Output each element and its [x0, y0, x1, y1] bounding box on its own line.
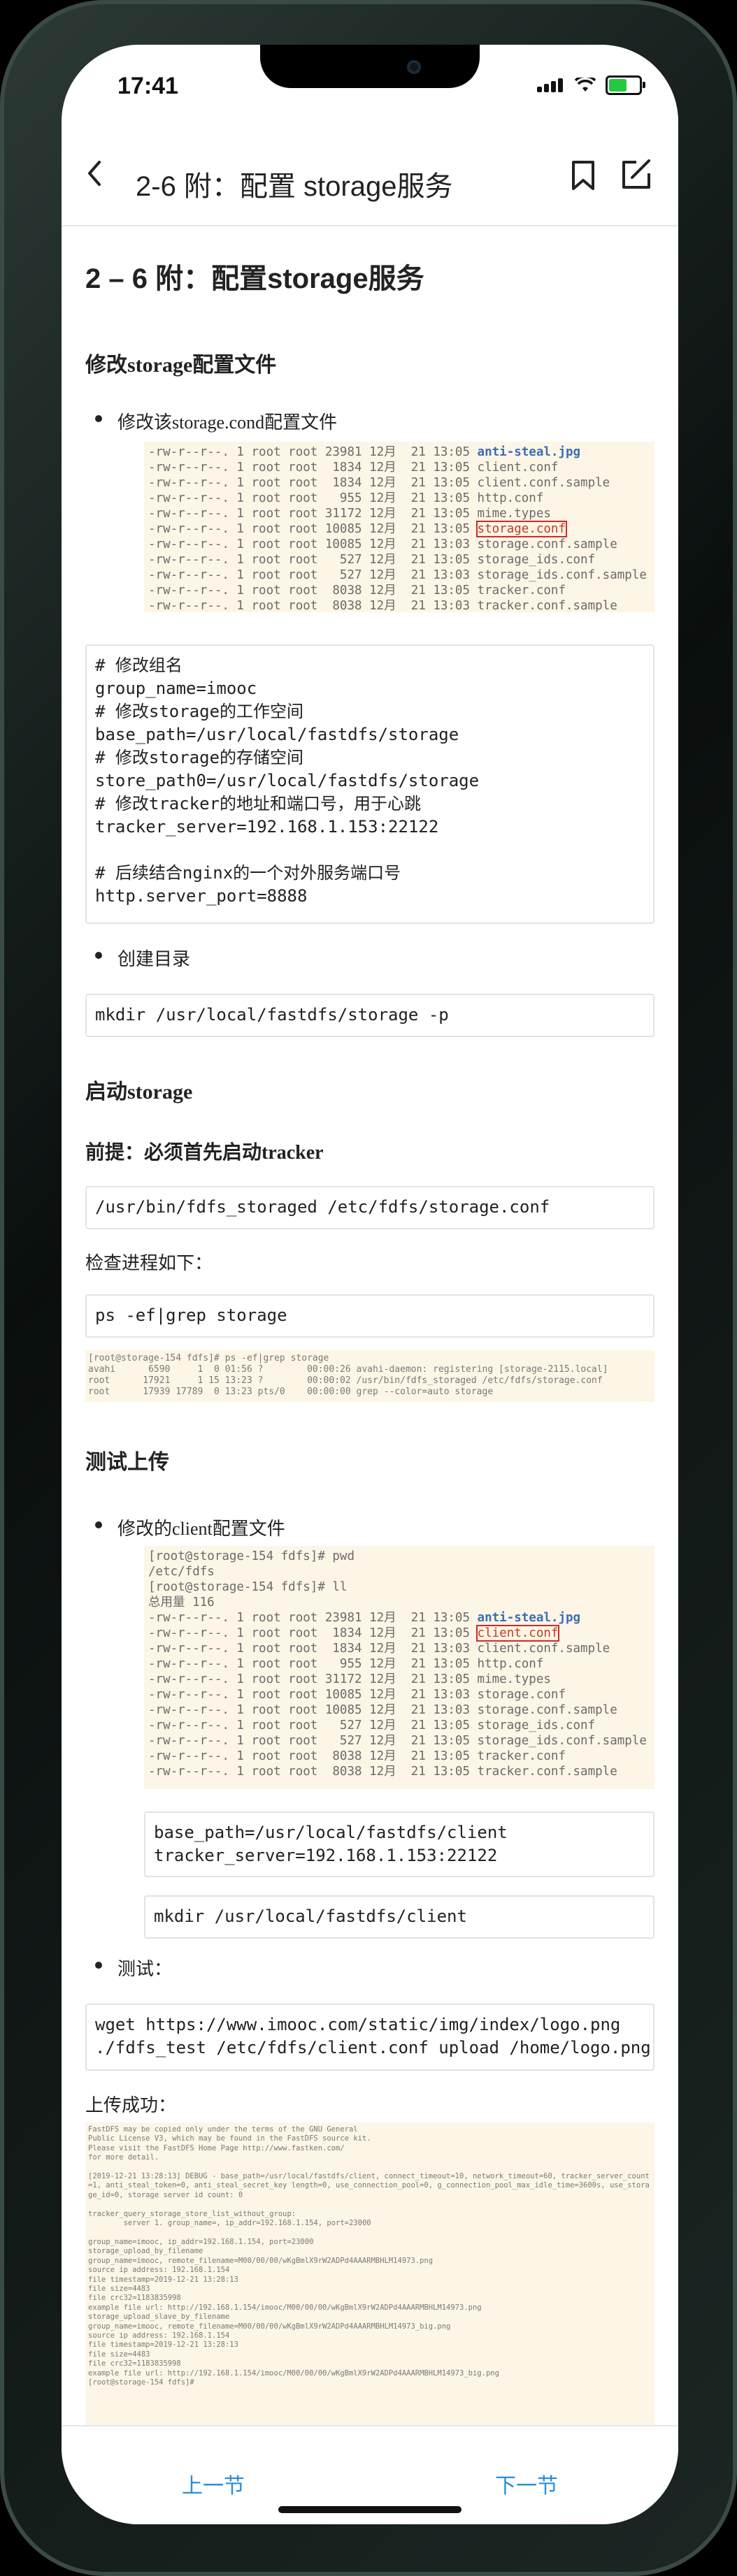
- terminal-line: -rw-r--r--. 1 root root 1834 12月 21 13:0…: [148, 476, 610, 490]
- status-icons: [537, 75, 645, 95]
- home-indicator: [278, 2506, 461, 2513]
- bullet-text: 创建目录: [117, 948, 191, 969]
- terminal-line: -rw-r--r--. 1 root root 527 12月 21 13:03…: [148, 568, 647, 582]
- status-time: 17:41: [117, 73, 178, 99]
- terminal-line: -rw-r--r--. 1 root root 10085 12月 21 13:…: [148, 1688, 566, 1702]
- nav-title: 2-6 附：配置 storage服务: [136, 171, 453, 202]
- bookmark-icon[interactable]: [569, 159, 597, 195]
- code-block-test-upload: wget https://www.imooc.com/static/img/in…: [85, 2004, 654, 2071]
- code-block-mkdir-client: mkdir /usr/local/fastdfs/client: [144, 1895, 654, 1939]
- terminal-line: -rw-r--r--. 1 root root 10085 12月 21 13:…: [148, 521, 567, 537]
- code-block-ps-grep: ps -ef|grep storage: [85, 1294, 654, 1338]
- upload-success-text: 上传成功：: [85, 2094, 177, 2115]
- screen: 17:41 2-6 附：配置 storage服务 2 – 6 附：配置stora…: [62, 45, 678, 2524]
- article-title: 2 – 6 附：配置storage服务: [85, 263, 424, 294]
- terminal-line: -rw-r--r--. 1 root root 8038 12月 21 13:0…: [148, 584, 566, 598]
- terminal-line: -rw-r--r--. 1 root root 10085 12月 21 13:…: [148, 1703, 617, 1717]
- code-block-client-config: base_path=/usr/local/fastdfs/client trac…: [144, 1811, 654, 1877]
- bullet-create-dir: 创建目录: [94, 945, 191, 971]
- bullet-edit-storage-conf: 修改该storage.cond配置文件: [94, 408, 338, 434]
- terminal-highlight: anti-steal.jpg: [477, 1611, 581, 1625]
- terminal-boxed-filename: client.conf: [475, 1625, 560, 1642]
- section-title-test-upload: 测试上传: [85, 1451, 169, 1474]
- terminal-line: [root@storage-154 fdfs]# pwd /etc/fdfs […: [148, 1549, 355, 1609]
- terminal-line: -rw-r--r--. 1 root root 23981 12月 21 13:…: [148, 445, 581, 459]
- section-title-start-storage: 启动storage: [85, 1080, 193, 1104]
- terminal-screenshot-ps: [root@storage-154 fdfs]# ps -ef|grep sto…: [85, 1350, 654, 1402]
- terminal-line: -rw-r--r--. 1 root root 1834 12月 21 13:0…: [148, 1625, 560, 1642]
- bullet-text: 测试：: [117, 1958, 173, 1979]
- terminal-line: -rw-r--r--. 1 root root 1834 12月 21 13:0…: [148, 1642, 610, 1656]
- terminal-line: -rw-r--r--. 1 root root 23981 12月 21 13:…: [148, 1611, 581, 1625]
- terminal-line: -rw-r--r--. 1 root root 527 12月 21 13:05…: [148, 1734, 647, 1748]
- nav-bar: 2-6 附：配置 storage服务: [62, 129, 678, 226]
- bullet-test: 测试：: [94, 1955, 173, 1981]
- edit-icon[interactable]: [618, 158, 653, 194]
- terminal-line: -rw-r--r--. 1 root root 527 12月 21 13:05…: [148, 1718, 596, 1732]
- terminal-line: -rw-r--r--. 1 root root 31172 12月 21 13:…: [148, 507, 551, 521]
- prev-section-button[interactable]: 上一节: [182, 2468, 245, 2499]
- terminal-screenshot-client-ls: [root@storage-154 fdfs]# pwd /etc/fdfs […: [144, 1546, 654, 1789]
- notch: [260, 45, 480, 88]
- bullet-text: 修改的client配置文件: [117, 1519, 285, 1539]
- wifi-icon: [575, 78, 596, 92]
- bottom-nav: 上一节 下一节: [62, 2425, 678, 2524]
- article: 2 – 6 附：配置storage服务 修改storage配置文件 修改该sto…: [85, 225, 654, 2437]
- terminal-line: -rw-r--r--. 1 root root 8038 12月 21 13:0…: [148, 599, 617, 612]
- bullet-client-config: 修改的client配置文件: [95, 1514, 285, 1540]
- terminal-line: -rw-r--r--. 1 root root 955 12月 21 13:05…: [148, 491, 544, 505]
- terminal-boxed-filename: storage.conf: [475, 521, 567, 537]
- terminal-highlight: anti-steal.jpg: [477, 445, 581, 459]
- terminal-screenshot-storage-ls: -rw-r--r--. 1 root root 23981 12月 21 13:…: [144, 442, 654, 612]
- section-title-storage-config: 修改storage配置文件: [85, 354, 277, 377]
- terminal-line: -rw-r--r--. 1 root root 955 12月 21 13:05…: [148, 1657, 544, 1671]
- terminal-line: -rw-r--r--. 1 root root 527 12月 21 13:05…: [148, 553, 596, 567]
- code-block-mkdir-storage: mkdir /usr/local/fastdfs/storage -p: [85, 994, 654, 1037]
- code-block-storage-config: # 修改组名 group_name=imooc # 修改storage的工作空间…: [85, 644, 654, 924]
- battery-icon: [606, 75, 645, 95]
- terminal-line: -rw-r--r--. 1 root root 10085 12月 21 13:…: [148, 537, 617, 551]
- next-section-button[interactable]: 下一节: [495, 2468, 558, 2499]
- code-block-start-storaged: /usr/bin/fdfs_storaged /etc/fdfs/storage…: [85, 1186, 654, 1229]
- camera-icon: [407, 60, 421, 74]
- prerequisite-note: 前提：必须首先启动tracker: [85, 1142, 324, 1164]
- terminal-line: -rw-r--r--. 1 root root 1834 12月 21 13:0…: [148, 461, 559, 475]
- terminal-line: -rw-r--r--. 1 root root 8038 12月 21 13:0…: [148, 1765, 617, 1779]
- terminal-line: -rw-r--r--. 1 root root 31172 12月 21 13:…: [148, 1672, 551, 1686]
- back-icon[interactable]: [84, 158, 105, 197]
- signal-icon: [537, 78, 565, 92]
- phone-frame: 17:41 2-6 附：配置 storage服务 2 – 6 附：配置stora…: [0, 0, 737, 2576]
- check-process-text: 检查进程如下：: [85, 1252, 213, 1273]
- terminal-screenshot-upload-result: FastDFS may be copied only under the ter…: [85, 2122, 654, 2437]
- terminal-line: -rw-r--r--. 1 root root 8038 12月 21 13:0…: [148, 1749, 566, 1763]
- bullet-text: 修改该storage.cond配置文件: [117, 412, 338, 433]
